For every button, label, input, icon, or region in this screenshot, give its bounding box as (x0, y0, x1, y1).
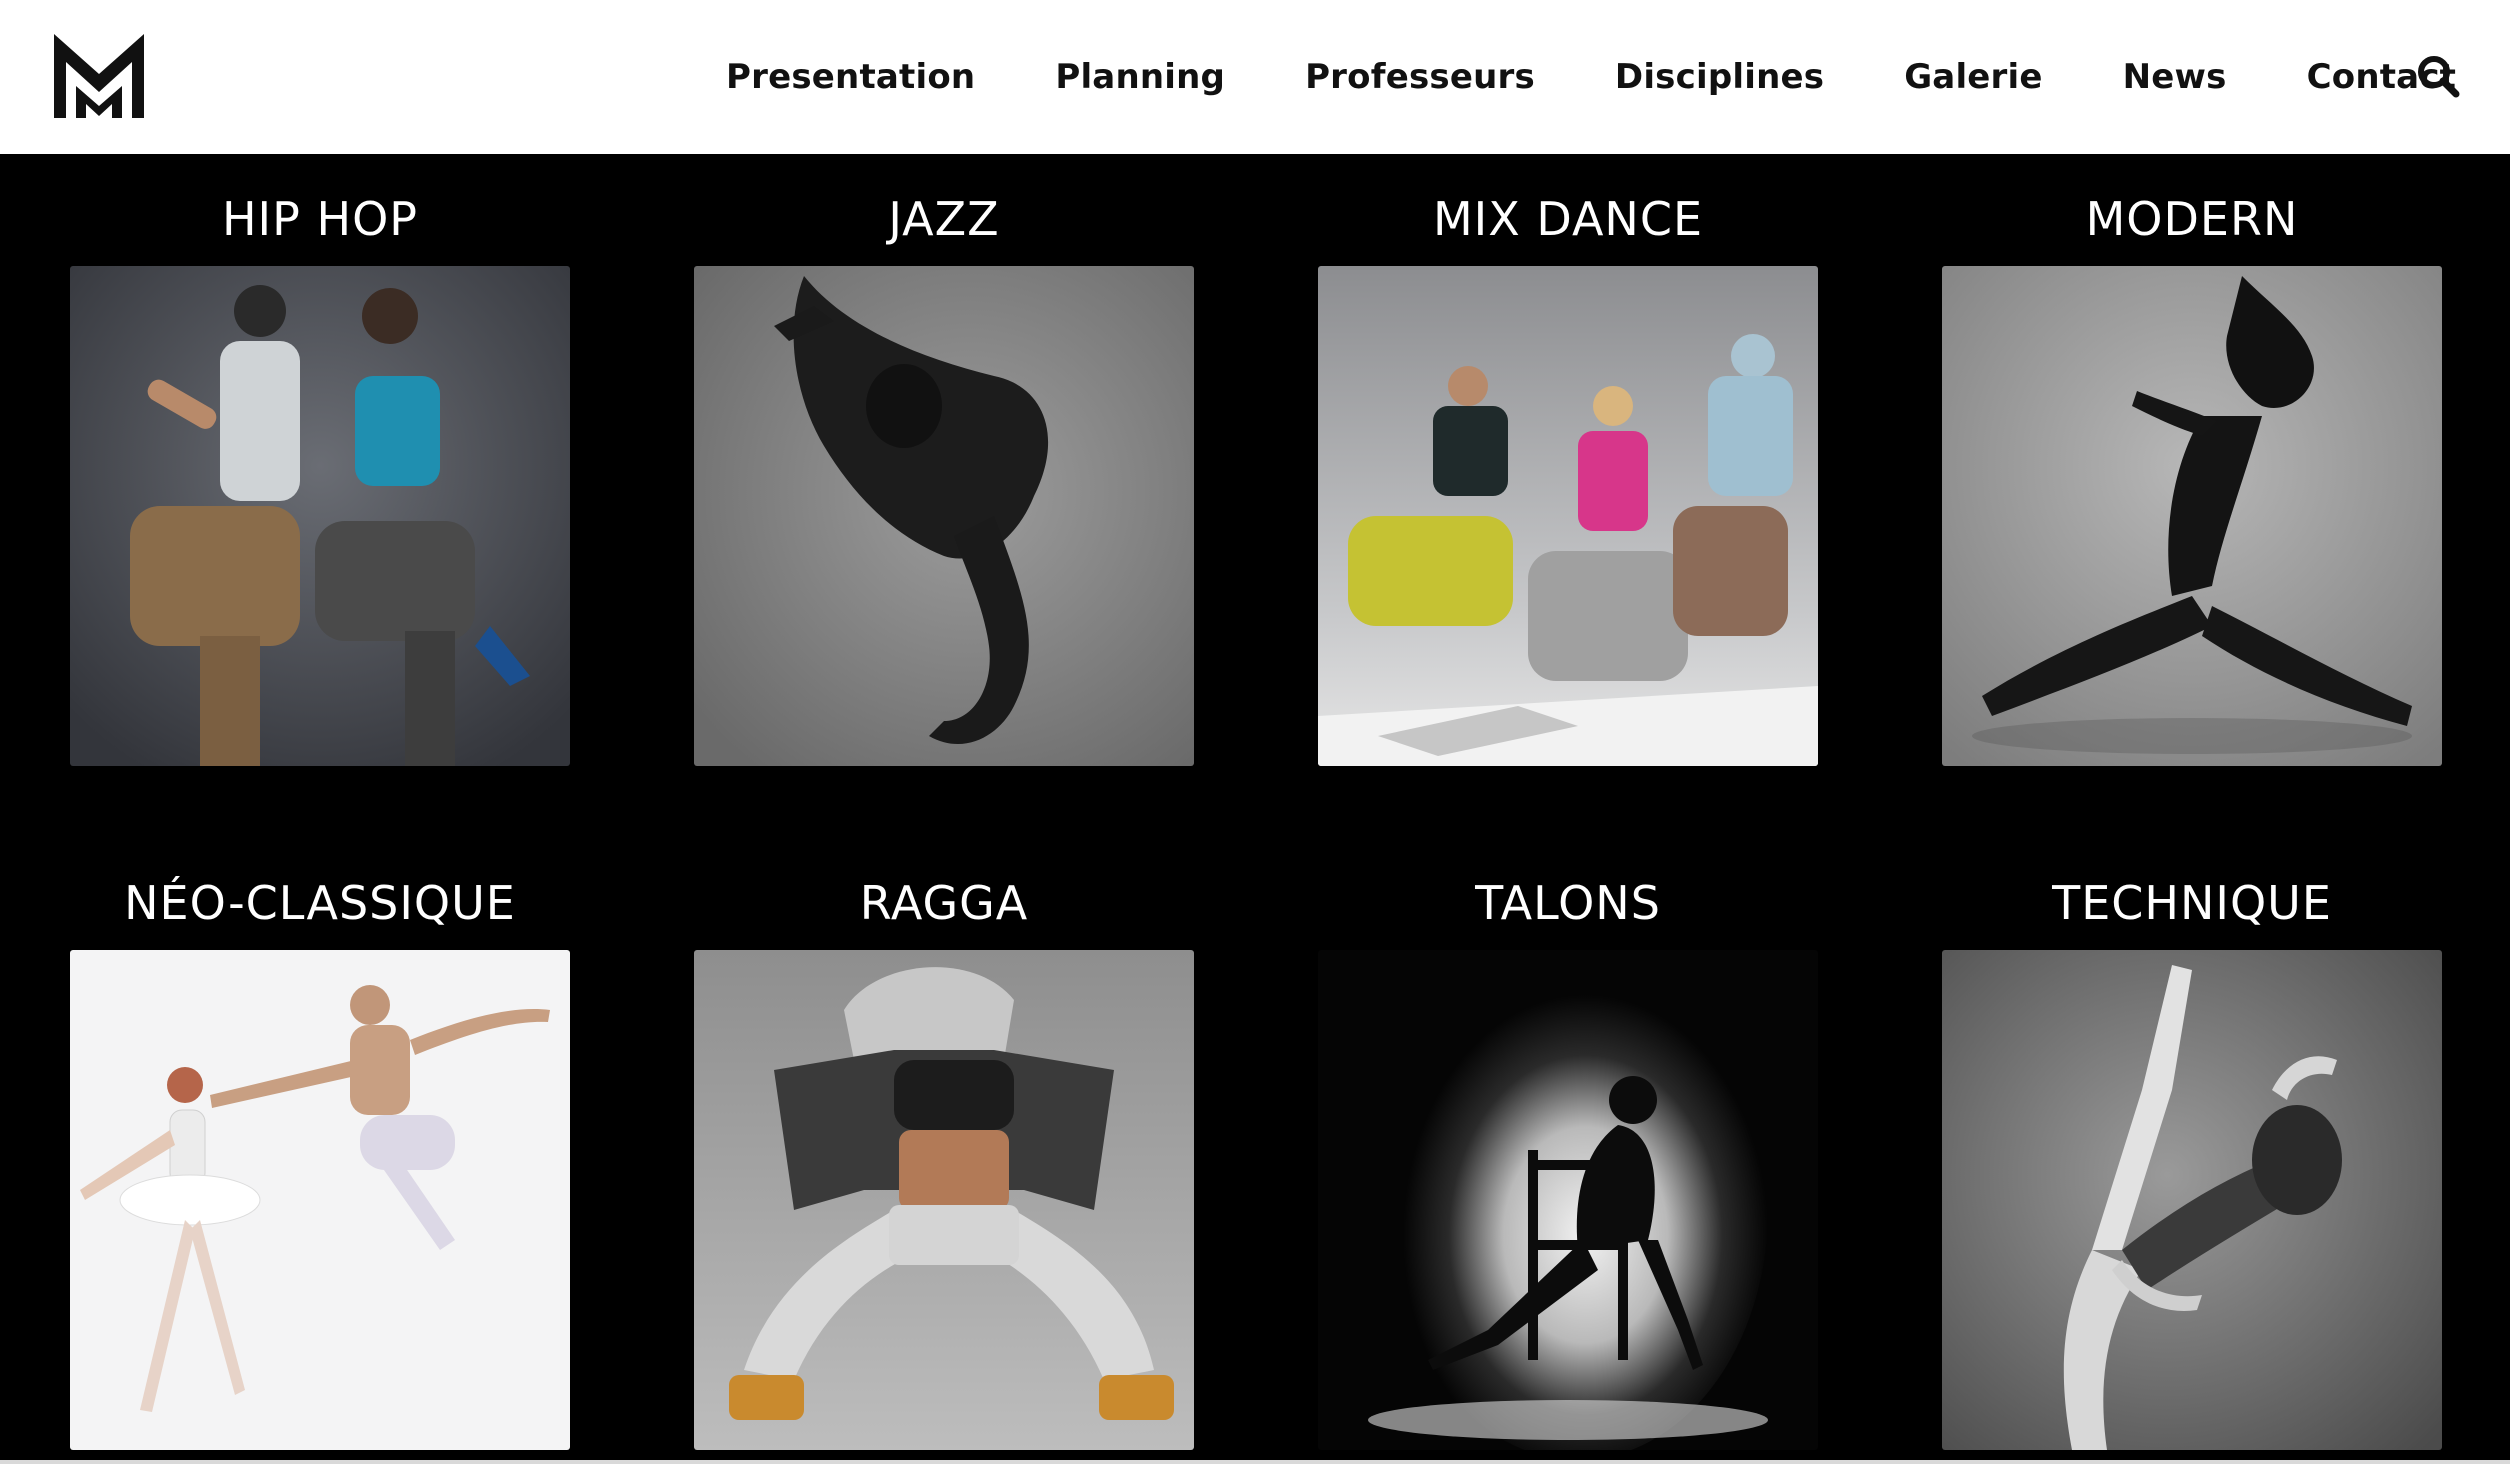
nav-item-professeurs[interactable]: Professeurs (1305, 57, 1535, 97)
discipline-card-technique[interactable]: TECHNIQUE (1942, 868, 2442, 1450)
technique-dancer-high-kick-photo[interactable] (1942, 950, 2442, 1450)
discipline-card-ragga[interactable]: RAGGA (694, 868, 1194, 1450)
discipline-title: HIP HOP (221, 192, 419, 246)
jazz-dancer-leap-photo[interactable] (694, 266, 1194, 766)
discipline-title: TECHNIQUE (2052, 876, 2332, 930)
discipline-card-hip-hop[interactable]: HIP HOP (70, 184, 570, 766)
discipline-card-talons[interactable]: TALONS (1318, 868, 1818, 1450)
discipline-title: MODERN (2085, 192, 2299, 246)
neo-classical-ballet-duo-photo[interactable] (70, 950, 570, 1450)
discipline-card-mix-dance[interactable]: MIX DANCE (1318, 184, 1818, 766)
discipline-title: TALONS (1475, 876, 1661, 930)
nav-item-planning[interactable]: Planning (1055, 57, 1225, 97)
discipline-title: JAZZ (888, 192, 1000, 246)
modern-dancer-lunge-photo[interactable] (1942, 266, 2442, 766)
mix-dance-group-photo[interactable] (1318, 266, 1818, 766)
hip-hop-dancers-photo[interactable] (70, 266, 570, 766)
disciplines-grid: HIP HOP JAZZ MIX DANCE MODERN NÉO-CLASSI… (0, 154, 2510, 1464)
discipline-title: RAGGA (859, 876, 1029, 930)
discipline-title: NÉO-CLASSIQUE (124, 876, 516, 930)
nav-item-galerie[interactable]: Galerie (1904, 57, 2042, 97)
discipline-card-neo-classique[interactable]: NÉO-CLASSIQUE (70, 868, 570, 1450)
mm-logo-icon[interactable] (54, 34, 144, 118)
nav-item-presentation[interactable]: Presentation (726, 57, 975, 97)
nav-item-news[interactable]: News (2123, 57, 2227, 97)
heels-dancer-chair-silhouette-photo[interactable] (1318, 950, 1818, 1450)
discipline-title: MIX DANCE (1432, 192, 1704, 246)
main-navigation: Presentation Planning Professeurs Discip… (726, 0, 2510, 154)
discipline-card-jazz[interactable]: JAZZ (694, 184, 1194, 766)
nav-item-disciplines[interactable]: Disciplines (1615, 57, 1824, 97)
ragga-dancer-hood-photo[interactable] (694, 950, 1194, 1450)
discipline-card-modern[interactable]: MODERN (1942, 184, 2442, 766)
search-icon[interactable] (2416, 54, 2460, 98)
page-bottom-divider (0, 1460, 2510, 1464)
site-header: Presentation Planning Professeurs Discip… (0, 0, 2510, 154)
